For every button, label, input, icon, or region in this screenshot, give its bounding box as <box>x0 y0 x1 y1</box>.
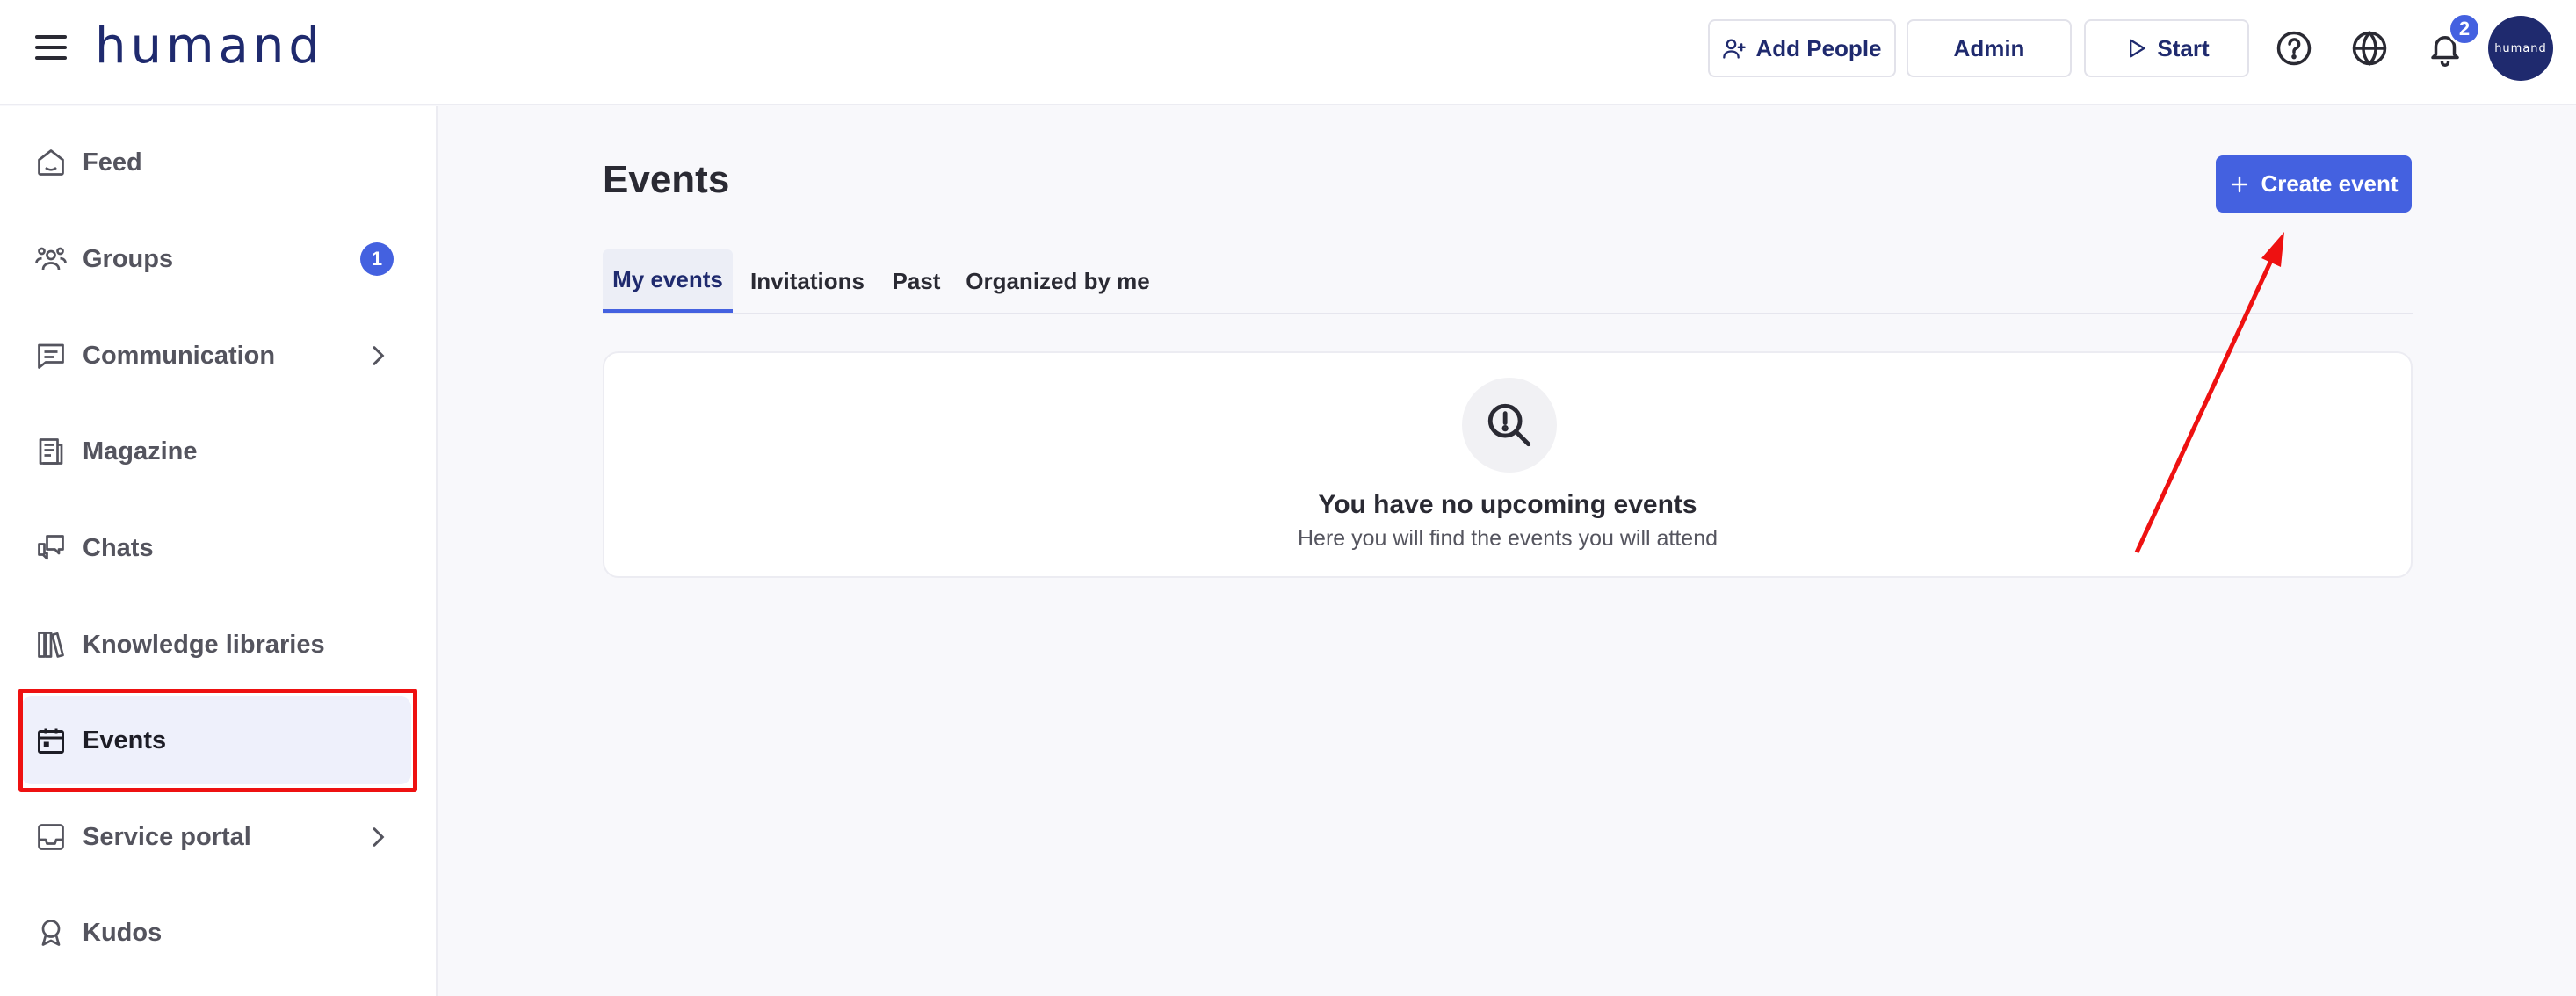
library-icon <box>33 627 69 662</box>
groups-icon <box>33 242 69 277</box>
humand-logo[interactable]: humand <box>95 16 324 77</box>
tab-invitations[interactable]: Invitations <box>742 249 873 313</box>
empty-state-card: You have no upcoming events Here you wil… <box>603 351 2413 578</box>
chats-icon <box>33 530 69 566</box>
inbox-icon <box>33 819 69 855</box>
sidebar-item-feed[interactable]: Feed <box>21 119 411 206</box>
play-icon <box>2130 39 2145 58</box>
sidebar-item-chats[interactable]: Chats <box>21 504 411 592</box>
help-icon[interactable] <box>2272 26 2316 70</box>
chevron-right-icon <box>373 346 385 365</box>
menu-icon[interactable] <box>33 32 69 63</box>
sidebar-item-label: Feed <box>83 148 142 177</box>
notification-badge: 2 <box>2448 12 2481 46</box>
plus-icon <box>2232 176 2248 192</box>
sidebar: Feed Groups 1 Communication Magazine Cha… <box>0 106 438 996</box>
sidebar-item-label: Knowledge libraries <box>83 630 325 659</box>
home-icon <box>33 145 69 180</box>
sidebar-item-label: Groups <box>83 244 174 273</box>
award-icon <box>33 915 69 950</box>
empty-state-title: You have no upcoming events <box>1318 490 1697 519</box>
sidebar-item-label: Events <box>83 725 167 754</box>
groups-badge: 1 <box>360 242 394 276</box>
page-title: Events <box>603 158 730 201</box>
sidebar-item-magazine[interactable]: Magazine <box>21 408 411 495</box>
start-button[interactable]: Start <box>2084 19 2249 77</box>
admin-label: Admin <box>1953 34 2025 61</box>
sidebar-item-events[interactable]: Events <box>21 696 411 784</box>
events-tabs: My events Invitations Past Organized by … <box>603 249 2413 314</box>
sidebar-item-label: Chats <box>83 533 154 562</box>
add-people-label: Add People <box>1755 34 1882 61</box>
sidebar-item-label: Communication <box>83 341 276 370</box>
sidebar-item-label: Kudos <box>83 918 163 947</box>
calendar-icon <box>33 723 69 758</box>
sidebar-item-knowledge-libraries[interactable]: Knowledge libraries <box>21 601 411 689</box>
sidebar-item-communication[interactable]: Communication <box>21 312 411 400</box>
avatar[interactable]: humand <box>2488 16 2553 81</box>
start-label: Start <box>2157 34 2210 61</box>
top-header: humand Add People Admin Start 2 humand <box>0 0 2576 105</box>
sidebar-item-groups[interactable]: Groups 1 <box>21 215 411 303</box>
empty-state-subtitle: Here you will find the events you will a… <box>1297 526 1719 551</box>
admin-button[interactable]: Admin <box>1907 19 2072 77</box>
tab-my-events[interactable]: My events <box>603 249 733 313</box>
sidebar-item-label: Magazine <box>83 437 198 466</box>
add-people-button[interactable]: Add People <box>1708 19 1896 77</box>
globe-icon[interactable] <box>2348 26 2391 70</box>
tab-organized-by-me[interactable]: Organized by me <box>954 249 1161 313</box>
tab-past[interactable]: Past <box>875 249 958 313</box>
sidebar-item-label: Service portal <box>83 822 251 851</box>
message-icon <box>33 338 69 373</box>
add-user-icon <box>1723 39 1747 59</box>
magazine-icon <box>33 434 69 469</box>
chevron-right-icon <box>373 827 385 847</box>
sidebar-item-service-portal[interactable]: Service portal <box>21 793 411 881</box>
create-event-label: Create event <box>2261 170 2399 197</box>
search-alert-icon <box>1462 378 1557 473</box>
sidebar-item-kudos[interactable]: Kudos <box>21 889 411 977</box>
create-event-button[interactable]: Create event <box>2216 155 2412 213</box>
